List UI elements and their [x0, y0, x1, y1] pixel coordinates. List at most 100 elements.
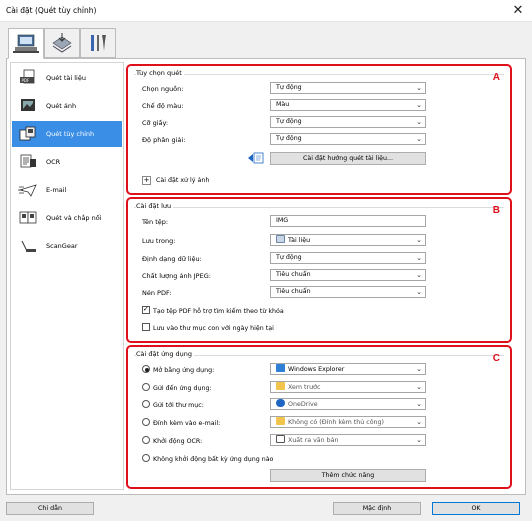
sidebar-item-scangear[interactable]: ScanGear	[12, 233, 122, 259]
pdf-compression-select[interactable]: Tiêu chuẩn ⌄	[270, 286, 426, 298]
expand-image-processing-button[interactable]: +	[142, 176, 151, 185]
close-button[interactable]: ✕	[504, 0, 532, 22]
tab-tray[interactable]	[44, 28, 80, 58]
select-value: Windows Explorer	[288, 366, 345, 373]
group-letter: A	[492, 72, 500, 83]
resolution-select[interactable]: Tự động ⌄	[270, 133, 426, 145]
stitch-icon	[19, 211, 37, 224]
send-to-app-select[interactable]: Xem trước ⌄	[270, 381, 426, 393]
select-value: Tự động	[276, 118, 302, 125]
file-name-input[interactable]: IMG	[270, 215, 426, 227]
image-processing-label: Cài đặt xử lý ảnh	[156, 177, 210, 184]
sidebar-item-email[interactable]: E-mail	[12, 177, 122, 203]
orientation-settings-button[interactable]: Cài đặt hướng quét tài liệu...	[270, 152, 426, 165]
orientation-icon	[248, 152, 264, 164]
send-to-folder-radio[interactable]: Gửi tới thư mục:	[142, 400, 204, 409]
photo-scan-icon	[21, 99, 35, 111]
select-value: Xuất ra văn bản	[288, 437, 339, 444]
group-title: Cài đặt lưu	[136, 202, 174, 210]
save-in-label: Lưu trong:	[142, 237, 176, 245]
chevron-down-icon: ⌄	[416, 236, 422, 244]
resolution-label: Độ phân giải:	[142, 136, 186, 144]
searchable-pdf-checkbox[interactable]: Tạo tệp PDF hỗ trợ tìm kiếm theo từ khóa	[142, 305, 284, 315]
radio-dot	[142, 383, 150, 391]
checkbox-label: Tạo tệp PDF hỗ trợ tìm kiếm theo từ khóa	[153, 308, 284, 315]
subfolder-date-checkbox[interactable]: Lưu vào thư mục con với ngày hiện tại	[142, 323, 274, 332]
sidebar-item-label: Quét tùy chỉnh	[46, 130, 95, 138]
select-value: OneDrive	[288, 401, 318, 408]
radio-label: Gửi đến ứng dụng:	[153, 385, 212, 392]
default-button[interactable]: Mặc định	[333, 502, 421, 515]
ok-button[interactable]: OK	[432, 502, 520, 515]
send-to-app-radio[interactable]: Gửi đến ứng dụng:	[142, 383, 212, 392]
sidebar-item-document-scan[interactable]: PDF Quét tài liệu	[12, 65, 122, 91]
scangear-icon	[21, 240, 36, 252]
more-functions-button[interactable]: Thêm chức năng	[270, 469, 426, 482]
attach-email-select[interactable]: Không có (Đính kèm thủ công) ⌄	[270, 416, 426, 428]
select-value: Tự động	[276, 135, 302, 142]
radio-label: Khởi động OCR:	[153, 438, 203, 445]
select-value: Tài liệu	[288, 237, 311, 244]
data-format-label: Định dạng dữ liệu:	[142, 255, 202, 263]
tab-scan[interactable]	[8, 28, 44, 59]
open-with-app-select[interactable]: Windows Explorer ⌄	[270, 363, 426, 375]
folder-icon	[276, 382, 285, 390]
sidebar-item-label: OCR	[46, 158, 61, 166]
chevron-down-icon: ⌄	[416, 383, 422, 391]
scan-options-group: Tùy chọn quét A Chọn nguồn: Tự động ⌄ Chế…	[126, 64, 512, 195]
group-title: Tùy chọn quét	[136, 69, 184, 77]
group-letter: C	[492, 353, 500, 364]
select-value: Tiêu chuẩn	[276, 271, 311, 278]
guide-button[interactable]: Chỉ dẫn	[6, 502, 94, 515]
attach-email-radio[interactable]: Đính kèm vào e-mail:	[142, 418, 220, 427]
checkbox-label: Lưu vào thư mục con với ngày hiện tại	[153, 325, 274, 332]
chevron-down-icon: ⌄	[416, 271, 422, 279]
chevron-down-icon: ⌄	[416, 101, 422, 109]
chevron-down-icon: ⌄	[416, 400, 422, 408]
paper-size-select[interactable]: Tự động ⌄	[270, 116, 426, 128]
save-settings-group: Cài đặt lưu B Tên tệp: IMG Lưu trong: Tà…	[126, 197, 512, 343]
ocr-icon	[20, 154, 36, 168]
sidebar-item-label: E-mail	[46, 186, 67, 194]
radio-label: Gửi tới thư mục:	[153, 402, 204, 409]
no-app-radio[interactable]: Không khởi động bất kỳ ứng dụng nào	[142, 454, 273, 463]
sidebar-item-stitch[interactable]: Quét và chắp nối	[12, 205, 122, 231]
start-ocr-radio[interactable]: Khởi động OCR:	[142, 436, 202, 445]
jpeg-quality-select[interactable]: Tiêu chuẩn ⌄	[270, 269, 426, 281]
sidebar-item-label: Quét và chắp nối	[46, 214, 102, 222]
onedrive-icon	[276, 399, 285, 407]
color-mode-select[interactable]: Màu ⌄	[270, 99, 426, 111]
select-value: Không có (Đính kèm thủ công)	[288, 419, 384, 426]
radio-label: Mở bằng ứng dụng:	[153, 367, 215, 374]
checkbox-box	[142, 323, 150, 331]
sidebar: PDF Quét tài liệu Quét ảnh Quét tùy chỉn…	[10, 62, 124, 490]
folder-icon	[276, 417, 285, 425]
group-divider	[134, 207, 504, 208]
sidebar-item-label: Quét ảnh	[46, 102, 77, 110]
chevron-down-icon: ⌄	[416, 418, 422, 426]
select-value: Màu	[276, 101, 290, 108]
data-format-select[interactable]: Tự động ⌄	[270, 252, 426, 264]
save-in-select[interactable]: Tài liệu ⌄	[270, 234, 426, 246]
chevron-down-icon: ⌄	[416, 84, 422, 92]
tab-tools[interactable]	[80, 28, 116, 58]
source-select[interactable]: Tự động ⌄	[270, 82, 426, 94]
window-title: Cài đặt (Quét tùy chỉnh)	[6, 6, 97, 15]
checkbox-box	[142, 305, 150, 314]
select-value: Tiêu chuẩn	[276, 288, 311, 295]
open-with-app-radio[interactable]: Mở bằng ứng dụng:	[142, 365, 214, 374]
sidebar-item-ocr[interactable]: OCR	[12, 149, 122, 175]
color-mode-label: Chế độ màu:	[142, 102, 184, 110]
svg-text:PDF: PDF	[22, 78, 30, 83]
source-label: Chọn nguồn:	[142, 85, 184, 93]
title-bar: Cài đặt (Quét tùy chỉnh) ✕	[0, 0, 532, 22]
sidebar-item-photo-scan[interactable]: Quét ảnh	[12, 93, 122, 119]
start-ocr-select[interactable]: Xuất ra văn bản ⌄	[270, 434, 426, 446]
send-to-folder-select[interactable]: OneDrive ⌄	[270, 398, 426, 410]
chevron-down-icon: ⌄	[416, 365, 422, 373]
select-value: Tự động	[276, 254, 302, 261]
chevron-down-icon: ⌄	[416, 135, 422, 143]
sidebar-item-custom-scan[interactable]: Quét tùy chỉnh	[12, 121, 122, 147]
tray-icon	[52, 33, 72, 53]
file-name-label: Tên tệp:	[142, 218, 169, 226]
